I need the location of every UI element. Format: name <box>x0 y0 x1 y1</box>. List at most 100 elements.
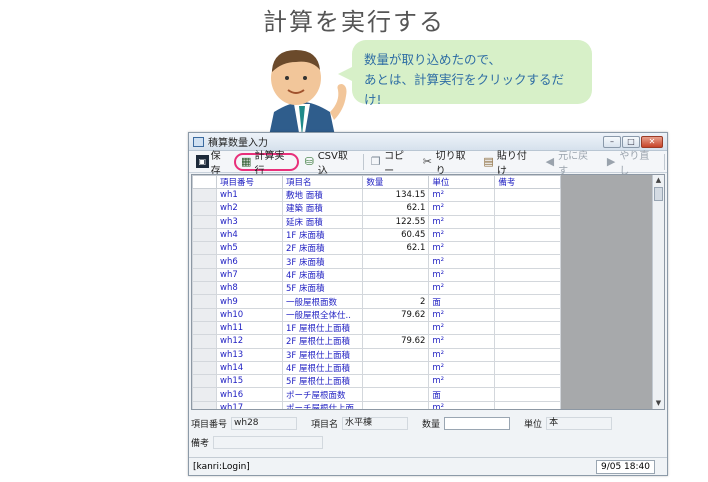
cell-unit[interactable]: m² <box>428 214 496 229</box>
cell-code[interactable]: wh5 <box>216 241 283 256</box>
cell-code[interactable]: wh10 <box>216 307 283 322</box>
table-row[interactable]: wh17 ポーチ屋根仕上面.. m² <box>192 400 562 409</box>
cell-name[interactable]: 敷地 面積 <box>281 187 364 203</box>
scroll-down-arrow-icon[interactable]: ▼ <box>653 398 664 409</box>
cell-quantity[interactable]: 60.45 <box>362 227 430 243</box>
cell-code[interactable]: wh17 <box>216 400 283 409</box>
cell-name[interactable]: ポーチ屋根面数 <box>281 387 364 402</box>
cell-quantity[interactable]: 134.15 <box>362 187 430 203</box>
redo-button[interactable]: ▶ やり直し <box>601 151 662 177</box>
cell-name[interactable]: 1F 床面積 <box>281 227 364 243</box>
cell-name[interactable]: 1F 屋根仕上面積 <box>281 320 364 336</box>
column-header-unit[interactable]: 単位 <box>428 175 496 189</box>
table-row[interactable]: wh12 2F 屋根仕上面積 79.62 m² <box>192 334 562 349</box>
csv-import-button[interactable]: ⛁ CSV取込 <box>299 151 360 177</box>
table-row[interactable]: wh5 2F 床面積 62.1 m² <box>192 241 562 256</box>
cell-note[interactable] <box>494 227 562 243</box>
cell-code[interactable]: wh14 <box>216 360 283 376</box>
cell-unit[interactable]: m² <box>428 334 496 349</box>
cell-code[interactable]: wh2 <box>216 201 283 216</box>
cell-quantity[interactable] <box>362 347 430 362</box>
cell-note[interactable] <box>494 400 562 409</box>
scroll-up-arrow-icon[interactable]: ▲ <box>653 175 664 186</box>
cell-name[interactable]: 建築 面積 <box>281 201 364 216</box>
cell-name[interactable]: 2F 床面積 <box>281 241 364 256</box>
calculate-button[interactable]: ▦ 計算実行 <box>233 151 300 177</box>
cell-code[interactable]: wh16 <box>216 387 283 402</box>
column-header-name[interactable]: 項目名 <box>281 175 364 189</box>
cell-unit[interactable]: m² <box>428 347 496 362</box>
table-row[interactable]: wh14 4F 屋根仕上面積 m² <box>192 360 562 376</box>
cell-name[interactable]: 一般屋根全体仕.. <box>281 307 364 322</box>
cell-code[interactable]: wh15 <box>216 374 283 389</box>
cell-code[interactable]: wh1 <box>216 187 283 203</box>
cell-note[interactable] <box>494 187 562 203</box>
paste-button[interactable]: ▤ 貼り付け <box>478 151 539 177</box>
cell-note[interactable] <box>494 374 562 389</box>
column-header-quantity[interactable]: 数量 <box>362 175 430 189</box>
cell-unit[interactable]: m² <box>428 374 496 389</box>
cell-code[interactable]: wh3 <box>216 214 283 229</box>
cell-code[interactable]: wh7 <box>216 267 283 283</box>
cell-note[interactable] <box>494 281 562 296</box>
cell-name[interactable]: 4F 屋根仕上面積 <box>281 360 364 376</box>
cell-name[interactable]: 2F 屋根仕上面積 <box>281 334 364 349</box>
detail-code-field[interactable]: wh28 <box>231 416 298 430</box>
cell-code[interactable]: wh9 <box>216 294 283 309</box>
cut-button[interactable]: ✂ 切り取り <box>417 151 478 177</box>
cell-code[interactable]: wh6 <box>216 254 283 269</box>
cell-quantity[interactable] <box>362 254 430 269</box>
cell-note[interactable] <box>494 387 562 402</box>
cell-note[interactable] <box>494 294 562 309</box>
cell-note[interactable] <box>494 320 562 336</box>
cell-name[interactable]: 4F 床面積 <box>281 267 364 283</box>
table-row[interactable]: wh2 建築 面積 62.1 m² <box>192 201 562 216</box>
cell-unit[interactable]: 面 <box>428 294 496 309</box>
cell-name[interactable]: ポーチ屋根仕上面.. <box>281 400 364 409</box>
table-row[interactable]: wh11 1F 屋根仕上面積 m² <box>192 320 562 336</box>
cell-name[interactable]: 5F 床面積 <box>281 281 364 296</box>
cell-note[interactable] <box>494 360 562 376</box>
cell-name[interactable]: 5F 屋根仕上面積 <box>281 374 364 389</box>
cell-code[interactable]: wh4 <box>216 227 283 243</box>
cell-quantity[interactable]: 122.55 <box>362 214 430 229</box>
detail-name-field[interactable]: 水平棟 <box>342 416 409 430</box>
cell-quantity[interactable] <box>362 360 430 376</box>
cell-quantity[interactable]: 79.62 <box>362 307 430 322</box>
cell-unit[interactable]: m² <box>428 254 496 269</box>
cell-name[interactable]: 3F 床面積 <box>281 254 364 269</box>
detail-note-field[interactable] <box>213 435 324 449</box>
vertical-scrollbar[interactable]: ▲ ▼ <box>652 175 664 409</box>
cell-unit[interactable]: m² <box>428 187 496 203</box>
cell-note[interactable] <box>494 201 562 216</box>
minimize-button[interactable]: – <box>603 135 621 148</box>
detail-unit-field[interactable]: 本 <box>546 416 613 430</box>
detail-quantity-input[interactable] <box>444 416 511 430</box>
table-row[interactable]: wh15 5F 屋根仕上面積 m² <box>192 374 562 389</box>
cell-unit[interactable]: m² <box>428 360 496 376</box>
undo-button[interactable]: ◀ 元に戻す <box>540 151 601 177</box>
table-row[interactable]: wh16 ポーチ屋根面数 面 <box>192 387 562 402</box>
cell-unit[interactable]: m² <box>428 320 496 336</box>
cell-unit[interactable]: m² <box>428 267 496 283</box>
cell-quantity[interactable]: 79.62 <box>362 334 430 349</box>
table-row[interactable]: wh13 3F 屋根仕上面積 m² <box>192 347 562 362</box>
table-row[interactable]: wh9 一般屋根面数 2 面 <box>192 294 562 309</box>
cell-unit[interactable]: m² <box>428 281 496 296</box>
cell-unit[interactable]: m² <box>428 241 496 256</box>
cell-code[interactable]: wh12 <box>216 334 283 349</box>
table-row[interactable]: wh1 敷地 面積 134.15 m² <box>192 187 562 203</box>
table-row[interactable]: wh8 5F 床面積 m² <box>192 281 562 296</box>
table-row[interactable]: wh10 一般屋根全体仕.. 79.62 m² <box>192 307 562 322</box>
data-grid[interactable]: 項目番号 項目名 数量 単位 備考 wh1 敷地 面積 134.15 m² wh2 建築 … <box>191 174 665 410</box>
cell-note[interactable] <box>494 241 562 256</box>
cell-quantity[interactable] <box>362 387 430 402</box>
cell-quantity[interactable]: 62.1 <box>362 241 430 256</box>
table-row[interactable]: wh7 4F 床面積 m² <box>192 267 562 283</box>
cell-quantity[interactable] <box>362 400 430 409</box>
cell-name[interactable]: 延床 面積 <box>281 214 364 229</box>
cell-note[interactable] <box>494 347 562 362</box>
cell-quantity[interactable]: 2 <box>362 294 430 309</box>
cell-note[interactable] <box>494 307 562 322</box>
cell-unit[interactable]: 面 <box>428 387 496 402</box>
